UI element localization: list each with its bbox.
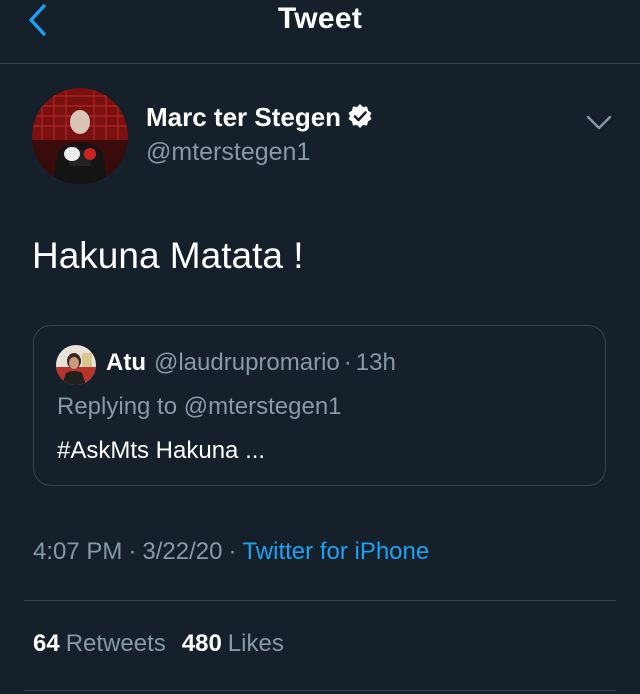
tweet-stats: 64 Retweets 480 Likes — [33, 628, 284, 660]
quoted-meta: Atu @laudrupromario · 13h — [106, 348, 396, 378]
tweet-timestamp-row: 4:07 PM · 3/22/20 · Twitter for iPhone — [33, 536, 429, 568]
divider — [24, 690, 616, 691]
chevron-down-icon — [586, 115, 612, 130]
tweet-detail-screen: Tweet Marc ter Stegen @mterstegen1 Hakun… — [0, 0, 640, 694]
source-separator: · — [228, 538, 237, 565]
quoted-separator: · — [343, 349, 352, 376]
quoted-time: 13h — [355, 349, 396, 376]
avatar-image — [32, 88, 128, 184]
tweet-menu-button[interactable] — [584, 108, 614, 136]
quoted-author-name: Atu — [106, 349, 146, 376]
tweet-source-link[interactable]: Twitter for iPhone — [242, 538, 429, 565]
verified-badge-icon — [348, 104, 372, 128]
tweet-date: 3/22/20 — [142, 538, 223, 565]
author-name[interactable]: Marc ter Stegen — [146, 101, 373, 133]
likes-stat[interactable]: 480 Likes — [182, 628, 284, 660]
timestamp-separator: · — [128, 538, 137, 565]
tweet-time: 4:07 PM — [33, 538, 123, 565]
author-name-text: Marc ter Stegen — [146, 102, 342, 132]
quoted-avatar-image — [56, 345, 96, 385]
quoted-avatar — [56, 345, 96, 385]
author-handle[interactable]: @mterstegen1 — [146, 137, 310, 167]
likes-label: Likes — [227, 630, 284, 657]
divider — [24, 600, 616, 601]
quoted-text: #AskMts Hakuna ... — [57, 437, 266, 464]
likes-count: 480 — [181, 630, 222, 657]
tweet-text: Hakuna Matata ! — [32, 235, 304, 276]
retweets-stat[interactable]: 64 Retweets — [33, 628, 166, 660]
quoted-replying-to: Replying to @mterstegen1 — [57, 393, 342, 420]
page-title: Tweet — [277, 2, 363, 35]
retweets-count: 64 — [33, 630, 60, 657]
author-avatar[interactable] — [32, 88, 128, 184]
quoted-tweet-card[interactable]: Atu @laudrupromario · 13h Replying to @mter… — [33, 325, 606, 486]
header-bar: Tweet — [0, 0, 640, 64]
quoted-author-handle: @laudrupromario — [153, 349, 340, 376]
retweets-label: Retweets — [65, 630, 166, 657]
